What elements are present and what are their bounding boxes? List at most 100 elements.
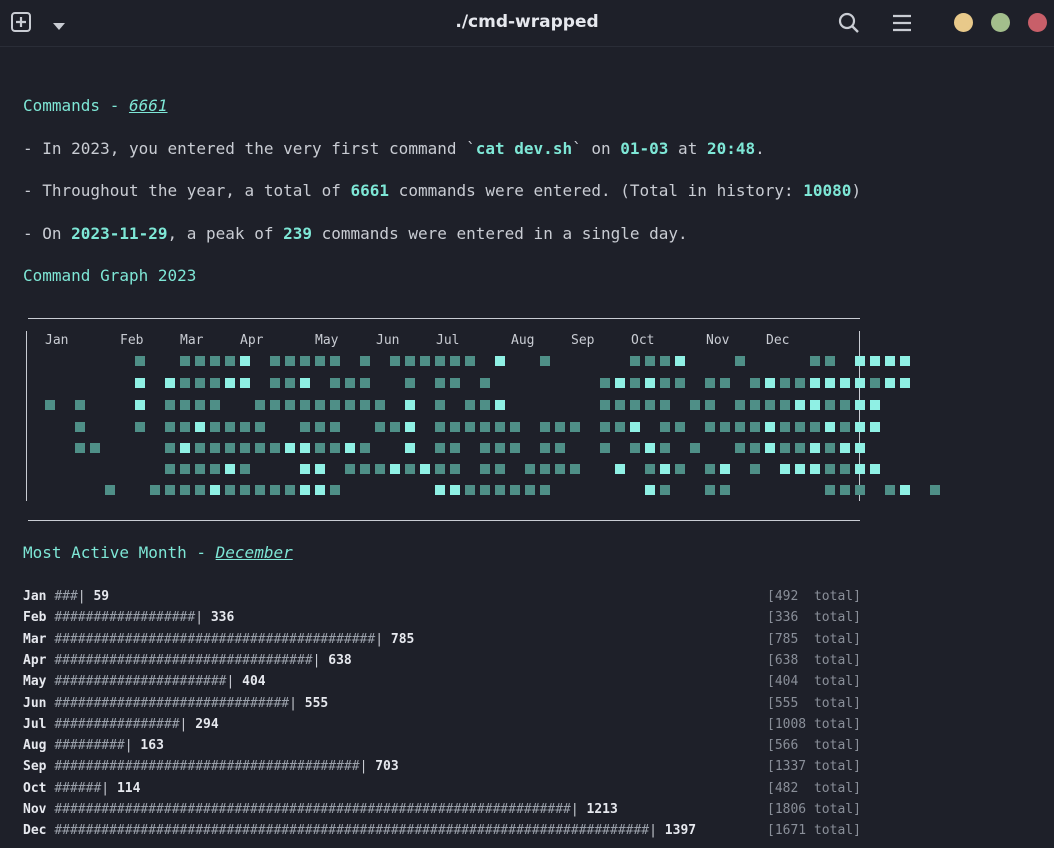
maximize-button[interactable]: [991, 13, 1010, 32]
peak-day-line: - On 2023-11-29, a peak of 239 commands …: [23, 225, 688, 243]
graph-day-square: [780, 422, 790, 432]
month-total: [492 total]: [767, 589, 861, 604]
graph-day-square: [390, 356, 400, 366]
graph-day-square: [870, 378, 880, 388]
minimize-button[interactable]: [954, 13, 973, 32]
graph-day-square: [795, 422, 805, 432]
month-bar: ########################################…: [54, 823, 650, 839]
month-bar: ################: [54, 716, 180, 732]
month-name: Nov: [23, 802, 47, 817]
graph-day-square: [315, 464, 325, 474]
graph-day-square: [675, 356, 685, 366]
month-total: [482 total]: [767, 780, 861, 796]
graph-day-square: [195, 356, 205, 366]
graph-day-square: [240, 485, 250, 495]
graph-day-square: [765, 378, 775, 388]
hamburger-menu-icon[interactable]: [891, 13, 913, 33]
graph-day-square: [885, 378, 895, 388]
graph-month-label: Nov: [706, 333, 730, 348]
graph-day-square: [75, 422, 85, 432]
month-bar-row: Jul ################| 294: [23, 716, 219, 732]
graph-day-square: [390, 464, 400, 474]
month-bar-row: Nov ####################################…: [23, 802, 618, 817]
graph-day-square: [210, 378, 220, 388]
graph-day-square: [360, 356, 370, 366]
graph-day-square: [405, 443, 415, 453]
month-total: [336 total]: [767, 610, 861, 626]
graph-day-square: [345, 400, 355, 410]
total-commands: 6661: [350, 181, 390, 200]
graph-day-square: [180, 485, 190, 495]
month-count: 1213: [586, 802, 618, 817]
graph-day-square: [240, 464, 250, 474]
month-bar: #######################################: [54, 759, 360, 775]
graph-day-square: [435, 378, 445, 388]
month-bar: ##################: [54, 610, 196, 626]
graph-day-square: [225, 378, 235, 388]
graph-day-square: [300, 485, 310, 495]
month-total: [785 total]: [767, 631, 861, 647]
graph-day-square: [315, 443, 325, 453]
text: , a peak of: [167, 224, 284, 243]
graph-day-square: [870, 422, 880, 432]
month-bar-row: Oct ######| 114: [23, 780, 141, 796]
graph-day-square: [570, 422, 580, 432]
close-button[interactable]: [1028, 13, 1047, 32]
graph-day-square: [225, 485, 235, 495]
graph-day-square: [840, 485, 850, 495]
search-icon[interactable]: [838, 12, 860, 34]
graph-day-square: [495, 400, 505, 410]
graph-day-square: [825, 378, 835, 388]
graph-day-square: [135, 356, 145, 366]
month-count: 404: [242, 674, 266, 690]
graph-day-square: [315, 400, 325, 410]
first-command: cat dev.sh: [475, 139, 573, 158]
graph-day-square: [780, 378, 790, 388]
graph-day-square: [405, 464, 415, 474]
graph-day-square: [510, 485, 520, 495]
graph-day-square: [75, 443, 85, 453]
month-count: 1397: [664, 823, 697, 839]
graph-day-square: [255, 400, 265, 410]
graph-day-square: [810, 356, 820, 366]
graph-day-square: [240, 378, 250, 388]
most-active-label: Most Active Month -: [23, 543, 216, 562]
graph-day-square: [405, 356, 415, 366]
month-total: [404 total]: [767, 674, 861, 690]
peak-date: 2023-11-29: [71, 224, 168, 243]
graph-day-square: [165, 464, 175, 474]
graph-day-square: [855, 443, 865, 453]
graph-day-square: [900, 356, 910, 366]
month-count: 785: [390, 631, 415, 647]
text: - Throughout the year, a total of: [23, 181, 351, 200]
graph-day-square: [300, 464, 310, 474]
graph-day-square: [660, 464, 670, 474]
graph-day-square: [450, 485, 460, 495]
graph-day-square: [750, 443, 760, 453]
graph-day-square: [450, 422, 460, 432]
graph-day-square: [390, 422, 400, 432]
graph-day-square: [495, 443, 505, 453]
month-bar: ###: [54, 589, 78, 604]
month-count: 555: [304, 695, 329, 711]
graph-day-square: [630, 400, 640, 410]
graph-day-square: [435, 464, 445, 474]
graph-day-square: [840, 464, 850, 474]
month-name: Aug: [23, 738, 47, 754]
graph-day-square: [555, 422, 565, 432]
graph-day-square: [720, 485, 730, 495]
month-name: Jul: [23, 716, 47, 732]
graph-day-square: [285, 400, 295, 410]
graph-day-square: [525, 464, 535, 474]
graph-day-square: [840, 400, 850, 410]
month-count: 703: [375, 759, 399, 775]
graph-day-square: [495, 356, 505, 366]
graph-day-square: [735, 422, 745, 432]
month-name: Dec: [23, 823, 47, 839]
peak-count: 239: [283, 224, 312, 243]
graph-day-square: [675, 378, 685, 388]
graph-day-square: [885, 356, 895, 366]
graph-day-square: [540, 464, 550, 474]
graph-day-square: [600, 400, 610, 410]
month-bar-row: Jun ##############################| 555: [23, 695, 329, 711]
